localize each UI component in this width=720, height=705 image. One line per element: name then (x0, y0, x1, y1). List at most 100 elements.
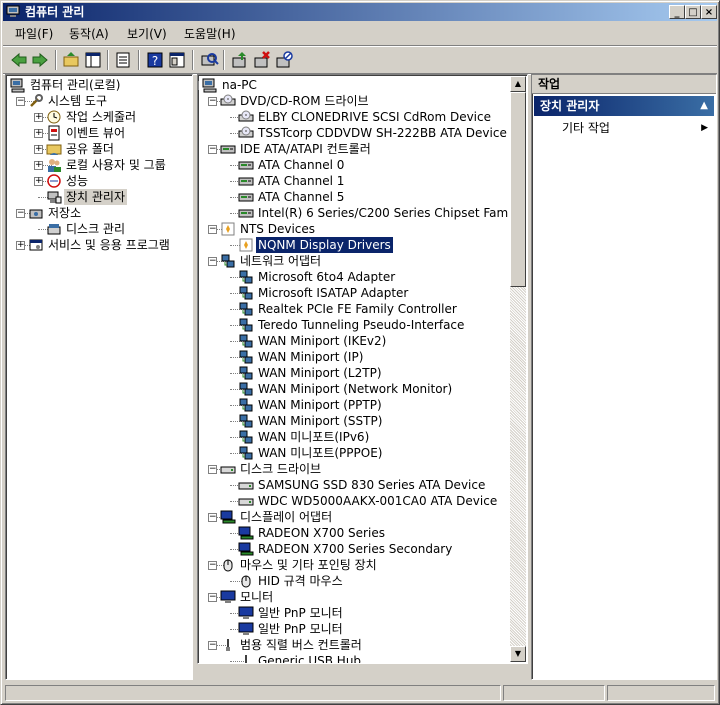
expand-plus-icon[interactable]: + (34, 161, 43, 170)
nav-tree-item[interactable]: − 저장소 (6, 205, 192, 221)
device-tree-item[interactable]: WDC WD5000AAKX-001CA0 ATA Device (198, 493, 508, 509)
menu-file[interactable]: 파일(F) (11, 26, 57, 42)
nav-tree-item[interactable]: + 이벤트 뷰어 (6, 125, 192, 141)
device-tree-item[interactable]: WAN Miniport (IKEv2) (198, 333, 508, 349)
uninstall-icon[interactable] (252, 50, 272, 70)
device-tree-item[interactable]: − 디스플레이 어댑터 (198, 509, 508, 525)
export-list-icon[interactable] (113, 50, 133, 70)
device-tree-item[interactable]: Microsoft ISATAP Adapter (198, 285, 508, 301)
device-tree-pane[interactable]: ▲ ▼ −na-PC−DVD/CD-ROM 드라이브ELBY CLONEDRIV… (197, 74, 528, 664)
network-adapter-icon (238, 333, 254, 349)
nav-tree-item[interactable]: 컴퓨터 관리(로컬) (6, 77, 192, 93)
device-tree-item[interactable]: Generic USB Hub (198, 653, 508, 663)
device-tree-item[interactable]: HID 규격 마우스 (198, 573, 508, 589)
device-tree-item[interactable]: WAN Miniport (SSTP) (198, 413, 508, 429)
forward-arrow-icon[interactable] (30, 50, 50, 70)
menu-action[interactable]: 동작(A) (65, 26, 113, 42)
nav-tree-item[interactable]: + 작업 스케줄러 (6, 109, 192, 125)
collapse-minus-icon[interactable]: − (16, 209, 25, 218)
device-tree-item[interactable]: ELBY CLONEDRIVE SCSI CdRom Device (198, 109, 508, 125)
collapse-minus-icon[interactable]: − (198, 81, 199, 90)
device-tree-item[interactable]: − NTS Devices (198, 221, 508, 237)
device-tree-item[interactable]: WAN Miniport (L2TP) (198, 365, 508, 381)
expand-plus-icon[interactable]: + (34, 113, 43, 122)
actions-more-actions[interactable]: 기타 작업 (562, 120, 610, 136)
actions-header: 작업 (532, 75, 716, 94)
expand-plus-icon[interactable]: + (34, 129, 43, 138)
update-driver-icon[interactable] (230, 50, 250, 70)
collapse-minus-icon[interactable]: − (208, 465, 217, 474)
device-tree-item[interactable]: − 네트워크 어댑터 (198, 253, 508, 269)
collapse-up-icon[interactable]: ▲ (700, 96, 708, 116)
cdrom-drive-icon (238, 125, 254, 141)
collapse-minus-icon[interactable]: − (208, 641, 217, 650)
device-tree-item[interactable]: 일반 PnP 모니터 (198, 621, 508, 637)
collapse-minus-icon[interactable]: − (208, 225, 217, 234)
device-tree-item[interactable]: ATA Channel 0 (198, 157, 508, 173)
show-hide-tree-icon[interactable] (83, 50, 103, 70)
tree-item-label: WAN Miniport (IKEv2) (258, 334, 387, 348)
navigation-tree-pane[interactable]: 컴퓨터 관리(로컬) − 시스템 도구 + 작업 스케줄러 + 이벤트 뷰어 + 공유 폴더 + 로… (5, 74, 193, 680)
collapse-minus-icon[interactable]: − (16, 97, 25, 106)
scan-hardware-icon[interactable] (199, 50, 219, 70)
disable-icon[interactable] (274, 50, 294, 70)
actions-section-device-manager[interactable]: 장치 관리자 ▲ (534, 96, 714, 116)
device-tree-scrollbar[interactable]: ▲ ▼ (510, 76, 526, 662)
device-tree-item[interactable]: ATA Channel 1 (198, 173, 508, 189)
device-tree-item[interactable]: − DVD/CD-ROM 드라이브 (198, 93, 508, 109)
device-tree-item[interactable]: WAN Miniport (PPTP) (198, 397, 508, 413)
device-tree-item[interactable]: − 마우스 및 기타 포인팅 장치 (198, 557, 508, 573)
scroll-up-button[interactable]: ▲ (510, 76, 526, 92)
device-tree-item[interactable]: SAMSUNG SSD 830 Series ATA Device (198, 477, 508, 493)
device-tree-item[interactable]: ATA Channel 5 (198, 189, 508, 205)
close-button[interactable]: × (701, 5, 717, 19)
collapse-minus-icon[interactable]: − (208, 97, 217, 106)
device-tree-item[interactable]: Teredo Tunneling Pseudo-Interface (198, 317, 508, 333)
device-tree-item[interactable]: Intel(R) 6 Series/C200 Series Chipset Fa… (198, 205, 508, 221)
nav-tree-item[interactable]: 디스크 관리 (6, 221, 192, 237)
device-tree-item[interactable]: RADEON X700 Series Secondary (198, 541, 508, 557)
device-tree-item[interactable]: − na-PC (198, 77, 508, 93)
device-tree-item[interactable]: WAN 미니포트(IPv6) (198, 429, 508, 445)
collapse-minus-icon[interactable]: − (208, 561, 217, 570)
scroll-thumb[interactable] (510, 92, 526, 287)
device-tree-item[interactable]: NQNM Display Drivers (198, 236, 508, 254)
tree-item-label: ATA Channel 0 (258, 158, 345, 172)
menu-view[interactable]: 보기(V) (123, 26, 171, 42)
device-tree-item[interactable]: WAN Miniport (Network Monitor) (198, 381, 508, 397)
device-tree-item[interactable]: − IDE ATA/ATAPI 컨트롤러 (198, 141, 508, 157)
scroll-down-button[interactable]: ▼ (510, 646, 526, 662)
back-arrow-icon[interactable] (9, 50, 29, 70)
minimize-button[interactable]: _ (669, 5, 685, 19)
nav-tree-item[interactable]: + 공유 폴더 (6, 141, 192, 157)
expand-plus-icon[interactable]: + (16, 241, 25, 250)
collapse-minus-icon[interactable]: − (208, 145, 217, 154)
device-tree-item[interactable]: − 모니터 (198, 589, 508, 605)
collapse-minus-icon[interactable]: − (208, 257, 217, 266)
device-tree-item[interactable]: WAN Miniport (IP) (198, 349, 508, 365)
tree-item-label: Realtek PCIe FE Family Controller (258, 302, 457, 316)
device-tree-item[interactable]: WAN 미니포트(PPPOE) (198, 445, 508, 461)
device-tree-item[interactable]: − 범용 직렬 버스 컨트롤러 (198, 637, 508, 653)
device-tree-item[interactable]: TSSTcorp CDDVDW SH-222BB ATA Device (198, 125, 508, 141)
device-tree-item[interactable]: − 디스크 드라이브 (198, 461, 508, 477)
collapse-minus-icon[interactable]: − (208, 513, 217, 522)
device-tree-item[interactable]: Microsoft 6to4 Adapter (198, 269, 508, 285)
nav-tree-item[interactable]: − 시스템 도구 (6, 93, 192, 109)
nav-tree-item[interactable]: + 서비스 및 응용 프로그램 (6, 237, 192, 253)
nav-tree-item[interactable]: + 로컬 사용자 및 그룹 (6, 157, 192, 173)
menu-help[interactable]: 도움말(H) (180, 26, 240, 42)
device-tree-item[interactable]: RADEON X700 Series (198, 525, 508, 541)
console-icon[interactable] (167, 50, 187, 70)
expand-plus-icon[interactable]: + (34, 177, 43, 186)
collapse-minus-icon[interactable]: − (208, 593, 217, 602)
help-icon[interactable]: ? (145, 50, 165, 70)
nav-tree-item[interactable]: + 성능 (6, 173, 192, 189)
maximize-button[interactable]: □ (685, 5, 701, 19)
device-tree-item[interactable]: 일반 PnP 모니터 (198, 605, 508, 621)
title-bar[interactable]: 컴퓨터 관리 _ □ × (3, 3, 717, 21)
nav-tree-item[interactable]: 장치 관리자 (6, 189, 192, 205)
device-tree-item[interactable]: Realtek PCIe FE Family Controller (198, 301, 508, 317)
up-folder-icon[interactable] (61, 50, 81, 70)
expand-plus-icon[interactable]: + (34, 145, 43, 154)
